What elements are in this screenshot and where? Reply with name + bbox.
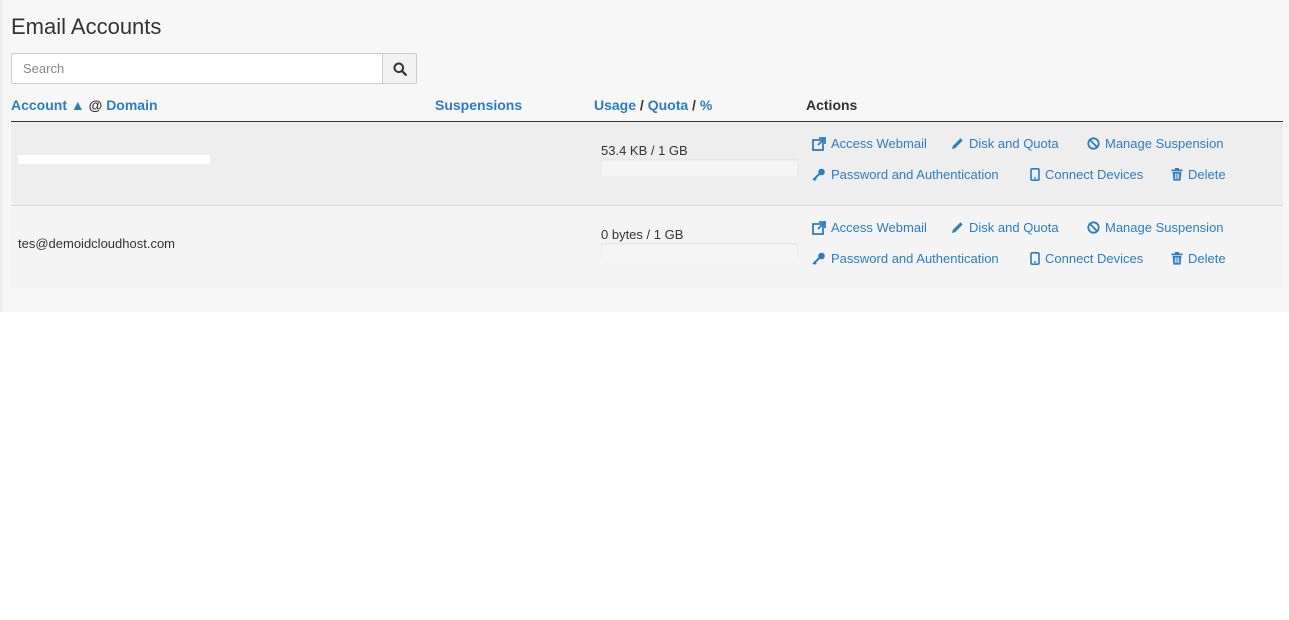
password-and-authentication-link[interactable]: Password and Authentication bbox=[812, 251, 999, 266]
access-webmail-link[interactable]: Access Webmail bbox=[812, 220, 927, 235]
disk-and-quota-label: Disk and Quota bbox=[969, 220, 1059, 235]
disk-and-quota-link[interactable]: Disk and Quota bbox=[951, 220, 1059, 235]
actions-header: Actions bbox=[806, 97, 858, 113]
sort-by-suspensions-link[interactable]: Suspensions bbox=[435, 97, 522, 113]
connect-devices-label: Connect Devices bbox=[1045, 251, 1144, 266]
connect-devices-label: Connect Devices bbox=[1045, 167, 1144, 182]
external-link-icon bbox=[812, 136, 826, 151]
trash-icon bbox=[1171, 168, 1183, 181]
usage-text: 0 bytes / 1 GB bbox=[601, 227, 684, 242]
sort-by-usage-link[interactable]: Usage bbox=[594, 97, 636, 113]
table-row: 53.4 KB / 1 GB Access Webmail Disk and Q… bbox=[11, 122, 1283, 206]
password-and-authentication-label: Password and Authentication bbox=[831, 167, 999, 182]
usage-text: 53.4 KB / 1 GB bbox=[601, 143, 688, 158]
delete-label: Delete bbox=[1188, 167, 1226, 182]
sort-ascending-icon: ▲ bbox=[70, 97, 85, 113]
ban-icon bbox=[1087, 137, 1100, 150]
ban-icon bbox=[1087, 221, 1100, 234]
pencil-icon bbox=[952, 222, 963, 233]
email-accounts-panel: Email Accounts Account ▲ @ Domain Suspen… bbox=[0, 0, 1289, 312]
sort-by-percent-link[interactable]: % bbox=[700, 97, 712, 113]
panel-left-edge bbox=[0, 0, 3, 312]
account-address: tes@demoidcloudhost.com bbox=[18, 236, 175, 251]
mobile-phone-icon bbox=[1030, 252, 1040, 265]
access-webmail-link[interactable]: Access Webmail bbox=[812, 136, 927, 151]
connect-devices-link[interactable]: Connect Devices bbox=[1030, 167, 1143, 182]
search-group bbox=[11, 53, 417, 84]
delete-link[interactable]: Delete bbox=[1171, 251, 1226, 266]
slash-separator: / bbox=[692, 97, 696, 113]
mobile-phone-icon bbox=[1030, 168, 1040, 181]
password-and-authentication-link[interactable]: Password and Authentication bbox=[812, 167, 999, 182]
table-row: tes@demoidcloudhost.com 0 bytes / 1 GB A… bbox=[11, 206, 1283, 289]
search-input[interactable] bbox=[11, 53, 382, 84]
pencil-icon bbox=[952, 138, 963, 149]
page-title: Email Accounts bbox=[11, 14, 162, 39]
manage-suspension-label: Manage Suspension bbox=[1105, 220, 1224, 235]
search-icon bbox=[393, 62, 407, 76]
search-button[interactable] bbox=[382, 53, 417, 84]
manage-suspension-link[interactable]: Manage Suspension bbox=[1087, 136, 1224, 151]
delete-link[interactable]: Delete bbox=[1171, 167, 1226, 182]
disk-and-quota-link[interactable]: Disk and Quota bbox=[951, 136, 1059, 151]
connect-devices-link[interactable]: Connect Devices bbox=[1030, 251, 1143, 266]
key-icon bbox=[812, 168, 825, 181]
usage-quota-header: Usage / Quota / % bbox=[594, 97, 712, 113]
sort-by-quota-link[interactable]: Quota bbox=[648, 97, 688, 113]
key-icon bbox=[812, 252, 825, 265]
password-and-authentication-label: Password and Authentication bbox=[831, 251, 999, 266]
account-header-label: Account bbox=[11, 97, 67, 113]
slash-separator: / bbox=[639, 97, 644, 113]
sort-by-domain-link[interactable]: Domain bbox=[106, 97, 157, 113]
table-header: Account ▲ @ Domain Suspensions Usage / Q… bbox=[11, 96, 1283, 122]
access-webmail-label: Access Webmail bbox=[831, 220, 927, 235]
external-link-icon bbox=[812, 220, 826, 235]
access-webmail-label: Access Webmail bbox=[831, 136, 927, 151]
trash-icon bbox=[1171, 252, 1183, 265]
disk-and-quota-label: Disk and Quota bbox=[969, 136, 1059, 151]
account-domain-header: Account ▲ @ Domain bbox=[11, 97, 158, 113]
usage-progress-bar bbox=[601, 243, 798, 260]
usage-progress-bar bbox=[601, 159, 798, 176]
redacted-account bbox=[18, 155, 210, 164]
at-separator: @ bbox=[88, 97, 103, 113]
delete-label: Delete bbox=[1188, 251, 1226, 266]
manage-suspension-label: Manage Suspension bbox=[1105, 136, 1224, 151]
sort-by-account-link[interactable]: Account ▲ bbox=[11, 97, 85, 113]
manage-suspension-link[interactable]: Manage Suspension bbox=[1087, 220, 1224, 235]
